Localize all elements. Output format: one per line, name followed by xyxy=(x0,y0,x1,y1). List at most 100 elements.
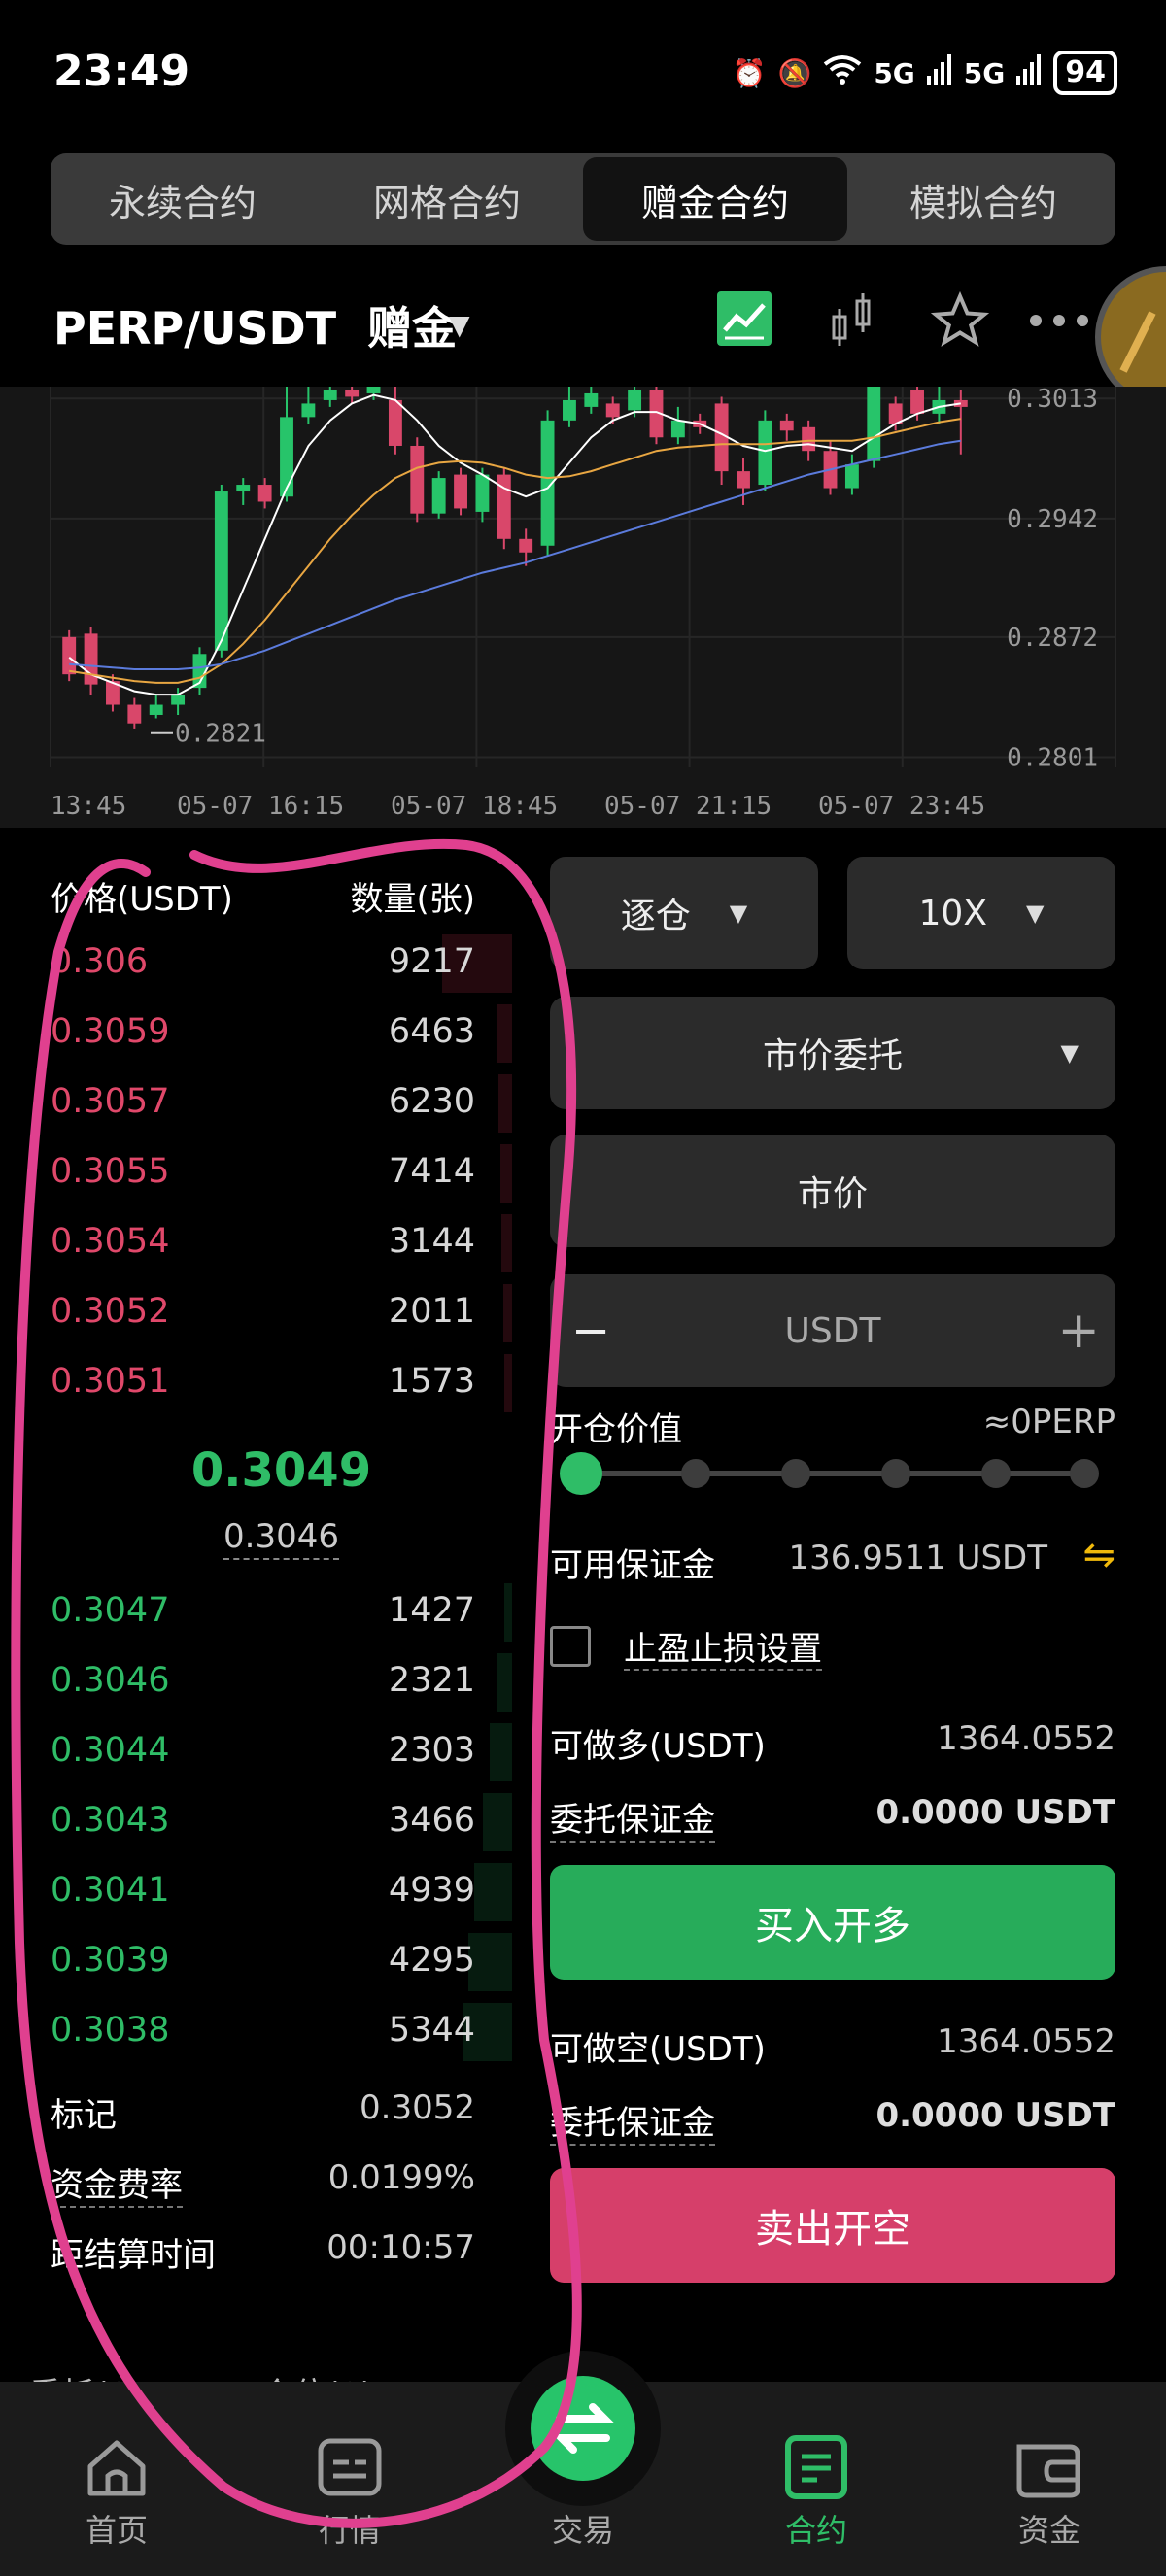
candle-body xyxy=(605,403,620,418)
ask-row[interactable]: 0.3052 2011 xyxy=(51,1284,512,1342)
price-input[interactable]: 市价 xyxy=(550,1135,1115,1247)
candle-body xyxy=(345,390,360,397)
candle-body xyxy=(737,471,750,489)
ask-row[interactable]: 0.3059 6463 xyxy=(51,1004,512,1063)
slider-step-50[interactable] xyxy=(781,1459,810,1488)
price-chart[interactable]: 0.3013 0.2942 0.2872 0.2801 0.2821 13:45 05-07… xyxy=(0,385,1166,828)
candle-body xyxy=(323,390,337,400)
contract-type-tabs: 永续合约 网格合约 赠金合约 模拟合约 xyxy=(51,153,1115,245)
buy-long-button[interactable]: 买入开多 xyxy=(550,1865,1115,1980)
tpsl-checkbox[interactable] xyxy=(550,1626,591,1667)
price-column-header: 价格(USDT) xyxy=(51,880,233,919)
pair-dropdown-icon[interactable]: ▼ xyxy=(449,309,470,341)
bid-price: 0.3044 xyxy=(51,1731,170,1770)
bid-quantity: 1427 xyxy=(388,1591,475,1630)
bid-quantity: 4295 xyxy=(388,1941,475,1980)
stat-label[interactable]: 资金费率 xyxy=(51,2158,183,2208)
slider-step-100[interactable] xyxy=(981,1459,1011,1488)
bid-price: 0.3039 xyxy=(51,1941,170,1980)
nav-contract[interactable]: 合约 xyxy=(748,2428,884,2551)
amount-unit-label: USDT xyxy=(784,1310,881,1351)
ask-row[interactable]: 0.3055 7414 xyxy=(51,1144,512,1203)
market-icon xyxy=(318,2438,382,2496)
x-tick-label: 05-07 23:45 xyxy=(818,792,985,821)
candle-body xyxy=(149,704,163,715)
ask-depth-bar xyxy=(500,1144,512,1203)
tab-grid[interactable]: 网格合约 xyxy=(315,153,579,245)
low-price-label: 0.2821 xyxy=(175,720,266,749)
signal-5g-label: 5G xyxy=(874,56,915,89)
bid-row[interactable]: 0.3041 4939 xyxy=(51,1863,512,1921)
decrease-amount-button[interactable]: − xyxy=(571,1304,610,1358)
tab-demo[interactable]: 模拟合约 xyxy=(851,153,1115,245)
y-tick-label: 0.2872 xyxy=(1007,624,1098,653)
nav-market[interactable]: 行情 xyxy=(282,2428,418,2551)
bid-row[interactable]: 0.3043 3466 xyxy=(51,1793,512,1851)
ask-row[interactable]: 0.3054 3144 xyxy=(51,1214,512,1272)
alarm-icon: ⏰ xyxy=(732,56,767,89)
ask-row[interactable]: 0.3057 6230 xyxy=(51,1074,512,1133)
contract-icon xyxy=(785,2435,847,2499)
sell-short-button[interactable]: 卖出开空 xyxy=(550,2168,1115,2283)
candle-body xyxy=(563,399,576,421)
amount-input[interactable]: − USDT + xyxy=(550,1274,1115,1387)
ask-price: 0.3052 xyxy=(51,1292,170,1331)
nav-trade[interactable]: 交易 xyxy=(515,2506,651,2551)
trade-fab[interactable] xyxy=(531,2376,635,2481)
margin-mode-select[interactable]: 逐仓 ▼ xyxy=(550,857,818,969)
y-tick-label: 0.2801 xyxy=(1007,744,1098,773)
candle-body xyxy=(410,445,425,514)
favorite-star-icon[interactable] xyxy=(930,290,990,354)
bid-row[interactable]: 0.3039 4295 xyxy=(51,1933,512,1991)
ask-quantity: 1573 xyxy=(388,1362,475,1401)
nav-home[interactable]: 首页 xyxy=(49,2428,185,2551)
candle-body xyxy=(584,392,599,407)
x-tick-label: 05-07 16:15 xyxy=(177,792,344,821)
transfer-icon[interactable]: ⇋ xyxy=(1082,1533,1115,1577)
quantity-column-header: 数量(张) xyxy=(350,880,475,919)
bid-depth-bar xyxy=(474,1863,512,1921)
bid-quantity: 2321 xyxy=(388,1661,475,1700)
leverage-select[interactable]: 10X ▼ xyxy=(847,857,1115,969)
bid-quantity: 3466 xyxy=(388,1801,475,1840)
stat-label: 距结算时间 xyxy=(51,2236,216,2275)
ask-row[interactable]: 0.306 9217 xyxy=(51,934,512,993)
tpsl-label[interactable]: 止盈止损设置 xyxy=(624,1622,822,1671)
candle-body xyxy=(910,390,924,414)
x-tick-label: 13:45 xyxy=(51,792,126,821)
increase-amount-button[interactable]: + xyxy=(1057,1302,1100,1360)
order-type-select[interactable]: 市价委托 ▼ xyxy=(550,997,1115,1109)
tab-perpetual[interactable]: 永续合约 xyxy=(51,153,315,245)
nav-assets[interactable]: 资金 xyxy=(981,2428,1117,2551)
ask-price: 0.3051 xyxy=(51,1362,170,1401)
bid-quantity: 2303 xyxy=(388,1731,475,1770)
tab-bonus[interactable]: 赠金合约 xyxy=(583,157,847,241)
slider-handle[interactable] xyxy=(560,1452,602,1495)
bid-row[interactable]: 0.3038 5344 xyxy=(51,2003,512,2061)
slider-step-25[interactable] xyxy=(681,1459,710,1488)
battery-indicator: 94 xyxy=(1053,51,1117,95)
candle-body xyxy=(171,695,186,705)
candlestick-icon[interactable] xyxy=(828,291,876,354)
pair-title[interactable]: PERP/USDT 赠金 xyxy=(53,293,457,357)
candlestick-chart-svg: 0.3013 0.2942 0.2872 0.2801 0.2821 13:45 05-07… xyxy=(50,385,1116,821)
candle-body xyxy=(236,485,251,492)
candle-body xyxy=(867,387,881,461)
ask-row[interactable]: 0.3051 1573 xyxy=(51,1354,512,1412)
bid-row[interactable]: 0.3044 2303 xyxy=(51,1723,512,1781)
order-book-header: 价格(USDT) 数量(张) xyxy=(51,872,512,920)
bid-row[interactable]: 0.3046 2321 xyxy=(51,1653,512,1712)
bid-depth-bar xyxy=(483,1793,512,1851)
bid-row[interactable]: 0.3047 1427 xyxy=(51,1583,512,1642)
stat-value: 00:10:57 xyxy=(326,2228,475,2267)
slider-step-max[interactable] xyxy=(1070,1459,1099,1488)
bid-depth-bar xyxy=(497,1653,512,1712)
slider-step-75[interactable] xyxy=(881,1459,910,1488)
stat-label: 标记 xyxy=(51,2096,117,2135)
candle-body xyxy=(280,417,293,497)
status-icons: ⏰ 🔕 5G 5G 94 xyxy=(733,51,1117,95)
short-max-value: 1364.0552 xyxy=(937,2022,1115,2061)
candle-body xyxy=(431,478,446,514)
line-chart-toggle-icon[interactable] xyxy=(717,291,772,350)
last-price: 0.3049 xyxy=(190,1443,372,1498)
